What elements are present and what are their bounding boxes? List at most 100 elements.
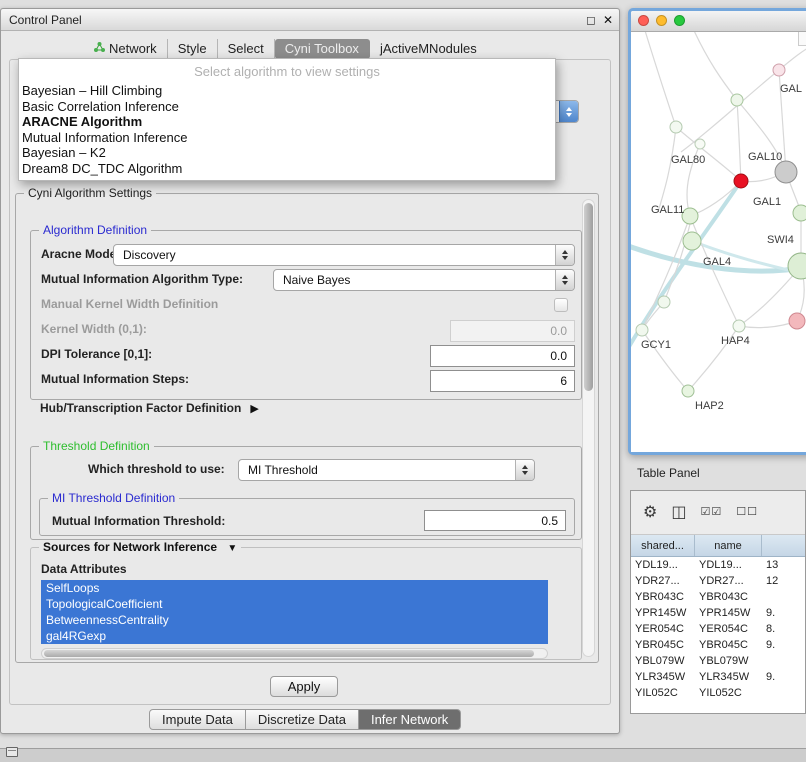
sources-section-header[interactable]: Sources for Network Inference ▼ (39, 540, 241, 554)
minimize-light[interactable] (656, 15, 667, 26)
algorithm-option[interactable]: Bayesian – Hill Climbing (19, 83, 555, 99)
data-attribute-item[interactable]: TopologicalCoefficient (41, 596, 548, 612)
algorithm-option[interactable]: Dream8 DC_TDC Algorithm (19, 161, 555, 177)
network-node[interactable] (789, 313, 805, 329)
close-light[interactable] (638, 15, 649, 26)
algorithm-option[interactable]: Mutual Information Inference (19, 130, 555, 146)
node-label: HAP4 (721, 335, 750, 347)
network-node[interactable] (733, 320, 745, 332)
mi-algorithm-type-combobox[interactable]: Naive Bayes (273, 269, 575, 291)
data-attributes-list[interactable]: SelfLoopsTopologicalCoefficientBetweenne… (41, 580, 548, 644)
tab-impute-data[interactable]: Impute Data (149, 709, 246, 730)
column-header-shared[interactable]: shared... (631, 535, 695, 556)
table-cell: YBR045C (631, 637, 695, 653)
network-node[interactable] (731, 94, 743, 106)
network-graph[interactable]: GALGAL80GAL10GAL11GAL1SWI4GAL4GCY1HAP4HA… (631, 32, 806, 452)
table-row[interactable]: YIL052CYIL052C (631, 685, 805, 701)
scrollbar-thumb[interactable] (584, 203, 593, 391)
collapse-down-icon[interactable]: ▼ (227, 543, 237, 554)
data-attribute-item[interactable]: SelfLoops (41, 580, 548, 596)
hub-section-header[interactable]: Hub/Transcription Factor Definition ▶ (40, 401, 259, 415)
table-row[interactable]: YDL19...YDL19...13 (631, 557, 805, 573)
table-row[interactable]: YBR045CYBR045C9. (631, 637, 805, 653)
tab-jactivemnodules[interactable]: jActiveMNodules (370, 39, 487, 59)
algorithm-option[interactable]: Basic Correlation Inference (19, 99, 555, 115)
table-cell: YIL052C (631, 685, 695, 701)
dpi-tolerance-field[interactable]: 0.0 (430, 345, 575, 367)
settings-scrollbar[interactable] (582, 199, 595, 657)
table-cell (762, 589, 806, 605)
tab-cyni-toolbox[interactable]: Cyni Toolbox (275, 39, 370, 59)
table-row[interactable]: YDR27...YDR27...12 (631, 573, 805, 589)
network-edge[interactable] (690, 181, 741, 216)
table-cell: YIL052C (695, 685, 762, 701)
table-body: YDL19...YDL19...13YDR27...YDR27...12YBR0… (631, 557, 805, 713)
mi-threshold-field[interactable]: 0.5 (424, 510, 566, 531)
table-row[interactable]: YBL079WYBL079W (631, 653, 805, 669)
deselect-rows-icon[interactable]: ☐☐ (736, 507, 758, 518)
aracne-mode-combobox[interactable]: Discovery (113, 244, 575, 266)
network-edge[interactable] (643, 32, 676, 127)
tab-label: Style (178, 41, 207, 56)
mi-steps-field[interactable]: 6 (430, 370, 575, 392)
table-cell: YLR345W (631, 669, 695, 685)
network-edge[interactable] (658, 127, 676, 212)
network-node[interactable] (773, 64, 785, 76)
panel-dock-icon[interactable] (6, 747, 18, 757)
control-panel-window: Control Panel ◻ ✕ Network Style SelectCyni… (0, 8, 620, 734)
table-row[interactable]: YBR043CYBR043C (631, 589, 805, 605)
network-node[interactable] (636, 324, 648, 336)
network-node[interactable] (682, 385, 694, 397)
data-attribute-item[interactable]: gal4RGexp (41, 628, 548, 644)
kernel-width-field[interactable]: 0.0 (450, 320, 575, 342)
float-window-icon[interactable]: ◻ (586, 12, 596, 28)
network-node[interactable] (658, 296, 670, 308)
network-canvas[interactable]: GALGAL80GAL10GAL11GAL1SWI4GAL4GCY1HAP4HA… (631, 32, 806, 452)
column-header-extra[interactable] (762, 535, 806, 556)
expand-right-icon[interactable]: ▶ (250, 402, 258, 415)
select-rows-icon[interactable]: ☑☑ (700, 507, 722, 518)
network-node[interactable] (670, 121, 682, 133)
network-node[interactable] (775, 161, 797, 183)
table-row[interactable]: YPR145WYPR145W9. (631, 605, 805, 621)
table-cell: YBL079W (631, 653, 695, 669)
table-row[interactable]: YLR345WYLR345W9. (631, 669, 805, 685)
network-node[interactable] (695, 139, 705, 149)
table-row[interactable]: YER054CYER054C8. (631, 621, 805, 637)
network-node[interactable] (793, 205, 806, 221)
sources-section-label: Sources for Network Inference (43, 540, 217, 554)
control-panel-titlebar[interactable]: Control Panel ◻ ✕ (1, 9, 619, 31)
network-node[interactable] (683, 232, 701, 250)
tab-network[interactable]: Network (83, 39, 168, 59)
show-columns-icon[interactable]: ◫ (671, 505, 686, 521)
network-edge[interactable] (737, 100, 741, 181)
tab-select[interactable]: Select (218, 39, 275, 59)
data-attribute-item[interactable]: BetweennessCentrality (41, 612, 548, 628)
network-window-titlebar[interactable] (631, 11, 806, 32)
network-icon (93, 41, 105, 56)
network-edge[interactable] (681, 70, 779, 152)
network-node[interactable] (734, 174, 748, 188)
which-threshold-combobox[interactable]: MI Threshold (238, 459, 535, 481)
network-edge[interactable] (739, 321, 797, 328)
close-window-icon[interactable]: ✕ (603, 12, 613, 28)
network-node[interactable] (788, 253, 806, 279)
tab-infer-network[interactable]: Infer Network (359, 709, 461, 730)
zoom-light[interactable] (674, 15, 685, 26)
mi-steps-label: Mutual Information Steps: (41, 372, 189, 386)
window-title: Control Panel (9, 13, 82, 27)
traffic-lights (638, 15, 692, 26)
settings-gear-icon[interactable]: ⚙ (643, 505, 657, 521)
tab-discretize-data[interactable]: Discretize Data (246, 709, 359, 730)
table-cell: 9. (762, 605, 806, 621)
manual-kernel-width-checkbox[interactable] (554, 298, 568, 312)
algorithm-option[interactable]: Bayesian – K2 (19, 145, 555, 161)
column-header-name[interactable]: name (695, 535, 762, 556)
algorithm-option[interactable]: ARACNE Algorithm (19, 114, 555, 130)
attributes-hscrollbar[interactable] (41, 648, 548, 659)
apply-button[interactable]: Apply (270, 676, 338, 697)
network-edge[interactable] (691, 32, 737, 100)
tab-style[interactable]: Style (168, 39, 218, 59)
table-cell: YDR27... (631, 573, 695, 589)
hscrollbar-thumb[interactable] (44, 650, 534, 657)
